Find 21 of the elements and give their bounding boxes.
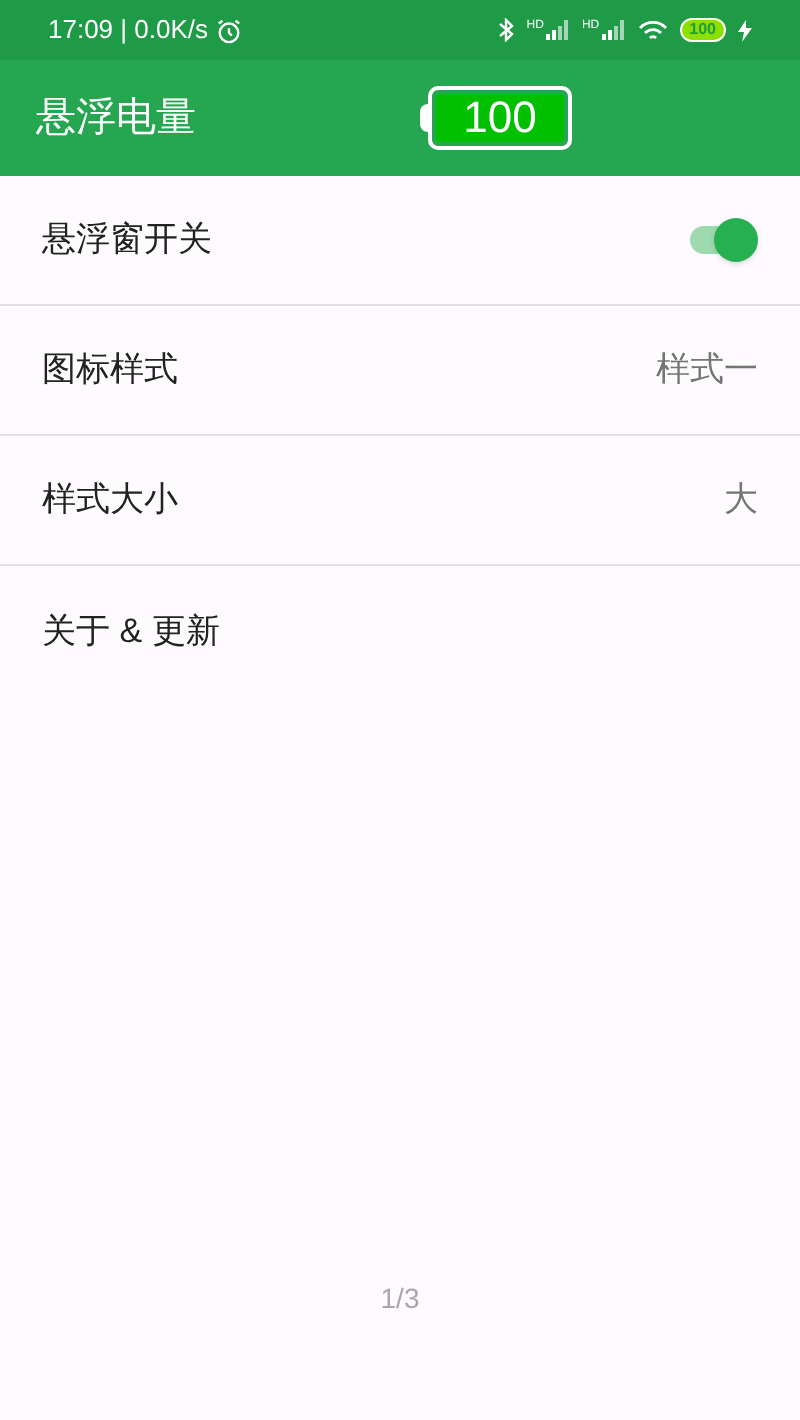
alarm-icon <box>216 17 242 43</box>
settings-row[interactable]: 图标样式 样式一 <box>0 306 800 436</box>
status-battery: 100 <box>679 18 726 42</box>
setting-label: 悬浮窗开关 <box>42 218 212 263</box>
setting-label: 图标样式 <box>42 348 178 393</box>
signal-icon <box>601 20 626 40</box>
battery-percent: 100 <box>461 96 539 140</box>
setting-label: 关于 & 更新 <box>42 609 220 654</box>
settings-row[interactable]: 样式大小 大 <box>0 436 800 566</box>
signal-icon <box>545 20 570 40</box>
toggle-switch[interactable] <box>690 218 758 262</box>
bluetooth-icon <box>498 18 515 42</box>
settings-row[interactable]: 关于 & 更新 <box>0 566 800 696</box>
setting-label: 样式大小 <box>42 478 178 523</box>
wifi-icon <box>637 19 668 41</box>
setting-value: 大 <box>724 478 758 523</box>
app-title: 悬浮电量 <box>36 94 196 144</box>
setting-value: 样式一 <box>656 348 758 393</box>
page-indicator: 1/3 <box>380 1280 420 1318</box>
settings-row[interactable]: 悬浮窗开关 <box>0 176 800 306</box>
status-time: 17:09 | 0.0K/s <box>48 12 208 49</box>
